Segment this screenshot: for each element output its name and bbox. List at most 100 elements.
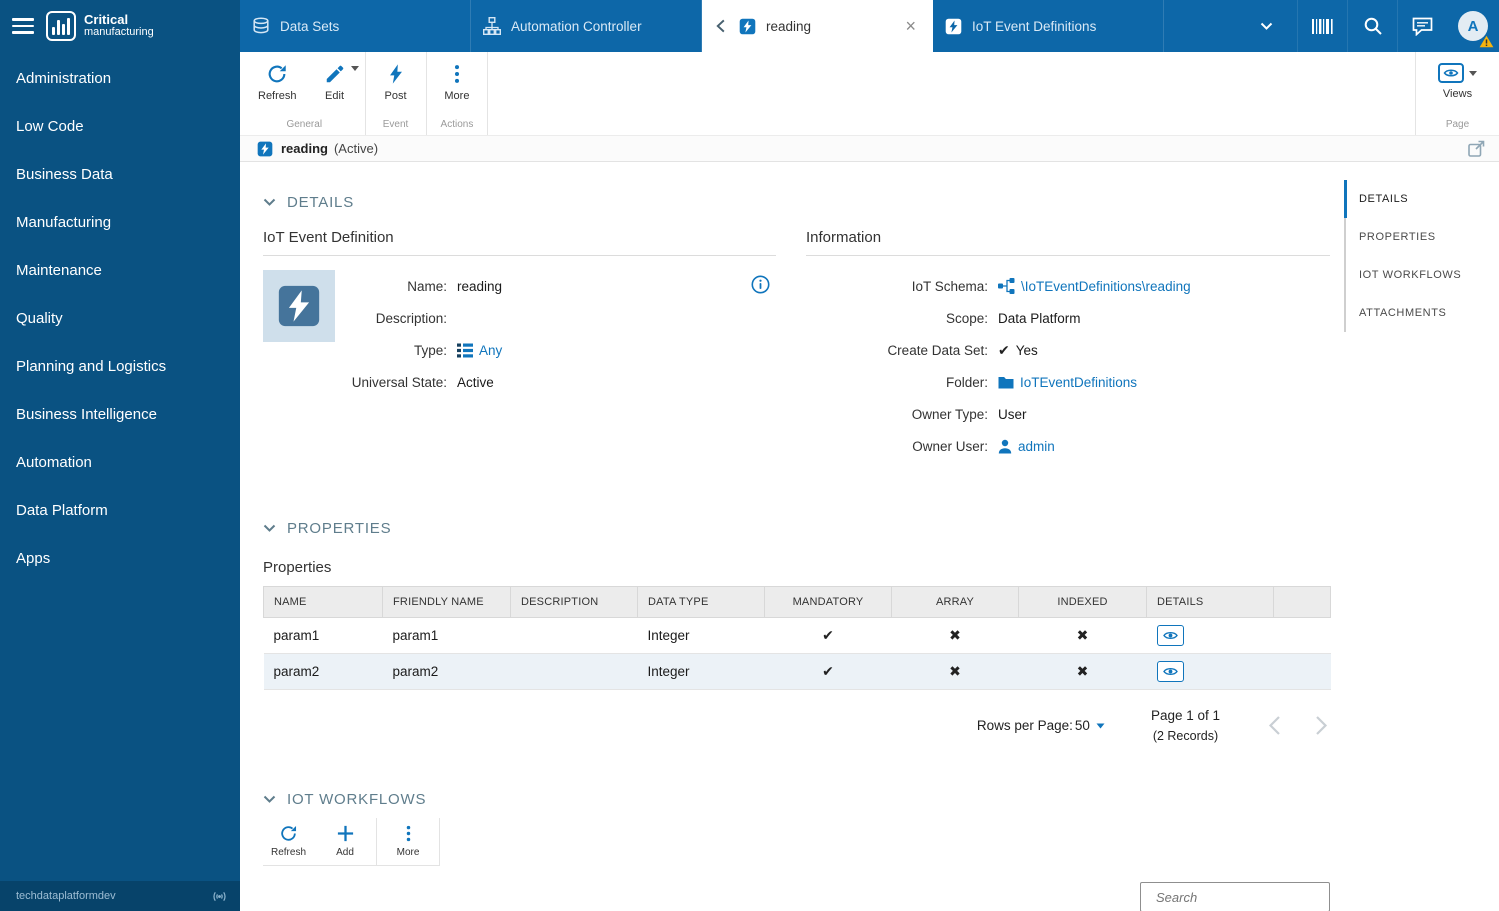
row-details-button[interactable] [1157, 661, 1184, 682]
collapse-chevron-icon [263, 198, 276, 207]
entity-header-bar: reading (Active) [240, 135, 1499, 162]
tab-close-button[interactable]: × [901, 15, 920, 37]
cell-name: param1 [264, 618, 383, 654]
info-icon[interactable] [751, 275, 770, 294]
tab-label: Data Sets [280, 19, 339, 34]
sidebar-item-low-code[interactable]: Low Code [0, 102, 240, 150]
refresh-button[interactable]: Refresh [258, 63, 297, 102]
row-details-button[interactable] [1157, 625, 1184, 646]
tab-automation-controller[interactable]: Automation Controller [471, 0, 702, 52]
field-label: Name: [335, 279, 457, 294]
anchor-details[interactable]: DETAILS [1344, 180, 1494, 218]
properties-section-header[interactable]: PROPERTIES [263, 520, 1344, 537]
main-area: Data Sets Automation Controller [240, 0, 1499, 911]
edit-button[interactable]: Edit [319, 63, 351, 102]
table-row[interactable]: param1 param1 Integer ✔ ✖ ✖ [264, 618, 1331, 654]
chevron-left-icon [1268, 715, 1281, 736]
user-menu-button[interactable]: A [1447, 0, 1499, 52]
tab-back-chevron[interactable] [714, 18, 729, 34]
tab-iot-event-definitions[interactable]: IoT Event Definitions [933, 0, 1164, 52]
workflows-search-input[interactable] [1156, 890, 1334, 905]
iot-schema-link[interactable]: \IoTEventDefinitions\reading [998, 278, 1191, 294]
folder-icon [998, 376, 1014, 389]
column-header-mandatory[interactable]: MANDATORY [765, 587, 892, 618]
sidebar-item-quality[interactable]: Quality [0, 294, 240, 342]
page-content: DETAILS PROPERTIES IOT WORKFLOWS ATTACHM… [240, 162, 1499, 911]
tab-overflow-dropdown[interactable] [1235, 0, 1297, 52]
column-header-description[interactable]: DESCRIPTION [511, 587, 638, 618]
next-page-button[interactable] [1313, 713, 1330, 738]
field-folder: Folder: IoTEventDefinitions [806, 366, 1330, 398]
sidebar-item-administration[interactable]: Administration [0, 54, 240, 102]
critical-manufacturing-logo-icon [46, 11, 76, 41]
workflows-add-button[interactable]: Add [330, 824, 360, 858]
column-header-name[interactable]: NAME [264, 587, 383, 618]
field-value: admin [1018, 439, 1055, 454]
tab-reading[interactable]: reading × [702, 0, 933, 52]
column-header-data-type[interactable]: DATA TYPE [638, 587, 765, 618]
details-section-header[interactable]: DETAILS [263, 194, 1344, 211]
owner-user-link[interactable]: admin [998, 439, 1055, 454]
scan-barcode-button[interactable] [1297, 0, 1347, 52]
environment-bar: techdataplatformdev [0, 881, 240, 911]
more-dots-icon [399, 824, 418, 843]
button-label: Edit [325, 90, 344, 102]
field-label: Type: [335, 343, 457, 358]
iot-event-definition-icon [277, 284, 321, 328]
sidebar-item-maintenance[interactable]: Maintenance [0, 246, 240, 294]
workflows-more-button[interactable]: More [393, 824, 423, 858]
anchor-properties[interactable]: PROPERTIES [1344, 218, 1494, 256]
field-owner-type: Owner Type: User [806, 398, 1330, 430]
post-button[interactable]: Post [380, 63, 412, 102]
toolbar-group-label: Actions [441, 114, 474, 130]
button-label: Add [336, 847, 354, 858]
previous-page-button[interactable] [1266, 713, 1283, 738]
anchor-attachments[interactable]: ATTACHMENTS [1344, 294, 1494, 332]
logo-line1: Critical [84, 13, 154, 27]
sidebar-item-manufacturing[interactable]: Manufacturing [0, 198, 240, 246]
folder-link[interactable]: IoTEventDefinitions [998, 375, 1137, 390]
iot-event-definition-icon [257, 141, 273, 157]
anchor-iot-workflows[interactable]: IOT WORKFLOWS [1344, 256, 1494, 294]
column-header-friendly-name[interactable]: FRIENDLY NAME [383, 587, 511, 618]
table-row[interactable]: param2 param2 Integer ✔ ✖ ✖ [264, 654, 1331, 690]
rows-per-page-select[interactable]: Rows per Page:50 [977, 718, 1105, 733]
sidebar-item-data-platform[interactable]: Data Platform [0, 486, 240, 534]
column-header-array[interactable]: ARRAY [892, 587, 1019, 618]
sidebar-item-planning-and-logistics[interactable]: Planning and Logistics [0, 342, 240, 390]
workflows-refresh-button[interactable]: Refresh [271, 824, 306, 858]
menu-icon[interactable] [12, 14, 34, 38]
barcode-icon [1311, 18, 1334, 35]
feedback-chat-button[interactable] [1397, 0, 1447, 52]
workflows-toolbar: Refresh Add [263, 818, 440, 866]
iot-event-definition-icon [739, 18, 756, 35]
views-button[interactable]: Views [1438, 63, 1477, 100]
type-value[interactable]: Any [457, 343, 502, 358]
sidebar-item-apps[interactable]: Apps [0, 534, 240, 582]
chat-icon [1412, 17, 1433, 36]
page-number: Page 1 of 1 [1151, 708, 1220, 723]
more-actions-button[interactable]: More [441, 63, 473, 102]
toolbar-group-label: Page [1438, 114, 1477, 130]
global-search-button[interactable] [1347, 0, 1397, 52]
record-count: (2 Records) [1153, 729, 1218, 743]
sidebar-item-automation[interactable]: Automation [0, 438, 240, 486]
sidebar-header: Critical manufacturing [0, 0, 240, 52]
collapse-chevron-icon [263, 524, 276, 533]
button-label: Views [1443, 88, 1472, 100]
tab-data-sets[interactable]: Data Sets [240, 0, 471, 52]
cell-data-type: Integer [638, 618, 765, 654]
column-header-indexed[interactable]: INDEXED [1019, 587, 1147, 618]
type-any-icon [457, 343, 473, 358]
tab-label: reading [766, 19, 811, 34]
sidebar-item-business-intelligence[interactable]: Business Intelligence [0, 390, 240, 438]
sidebar-item-business-data[interactable]: Business Data [0, 150, 240, 198]
cell-name: param2 [264, 654, 383, 690]
warning-icon [1479, 35, 1494, 48]
open-in-new-icon[interactable] [1468, 140, 1485, 157]
iot-workflows-section-header[interactable]: IOT WORKFLOWS [263, 791, 1344, 808]
column-header-details[interactable]: DETAILS [1147, 587, 1274, 618]
sidebar-nav: Administration Low Code Business Data Ma… [0, 52, 240, 881]
field-value: \IoTEventDefinitions\reading [1021, 279, 1191, 294]
refresh-icon [266, 63, 288, 85]
